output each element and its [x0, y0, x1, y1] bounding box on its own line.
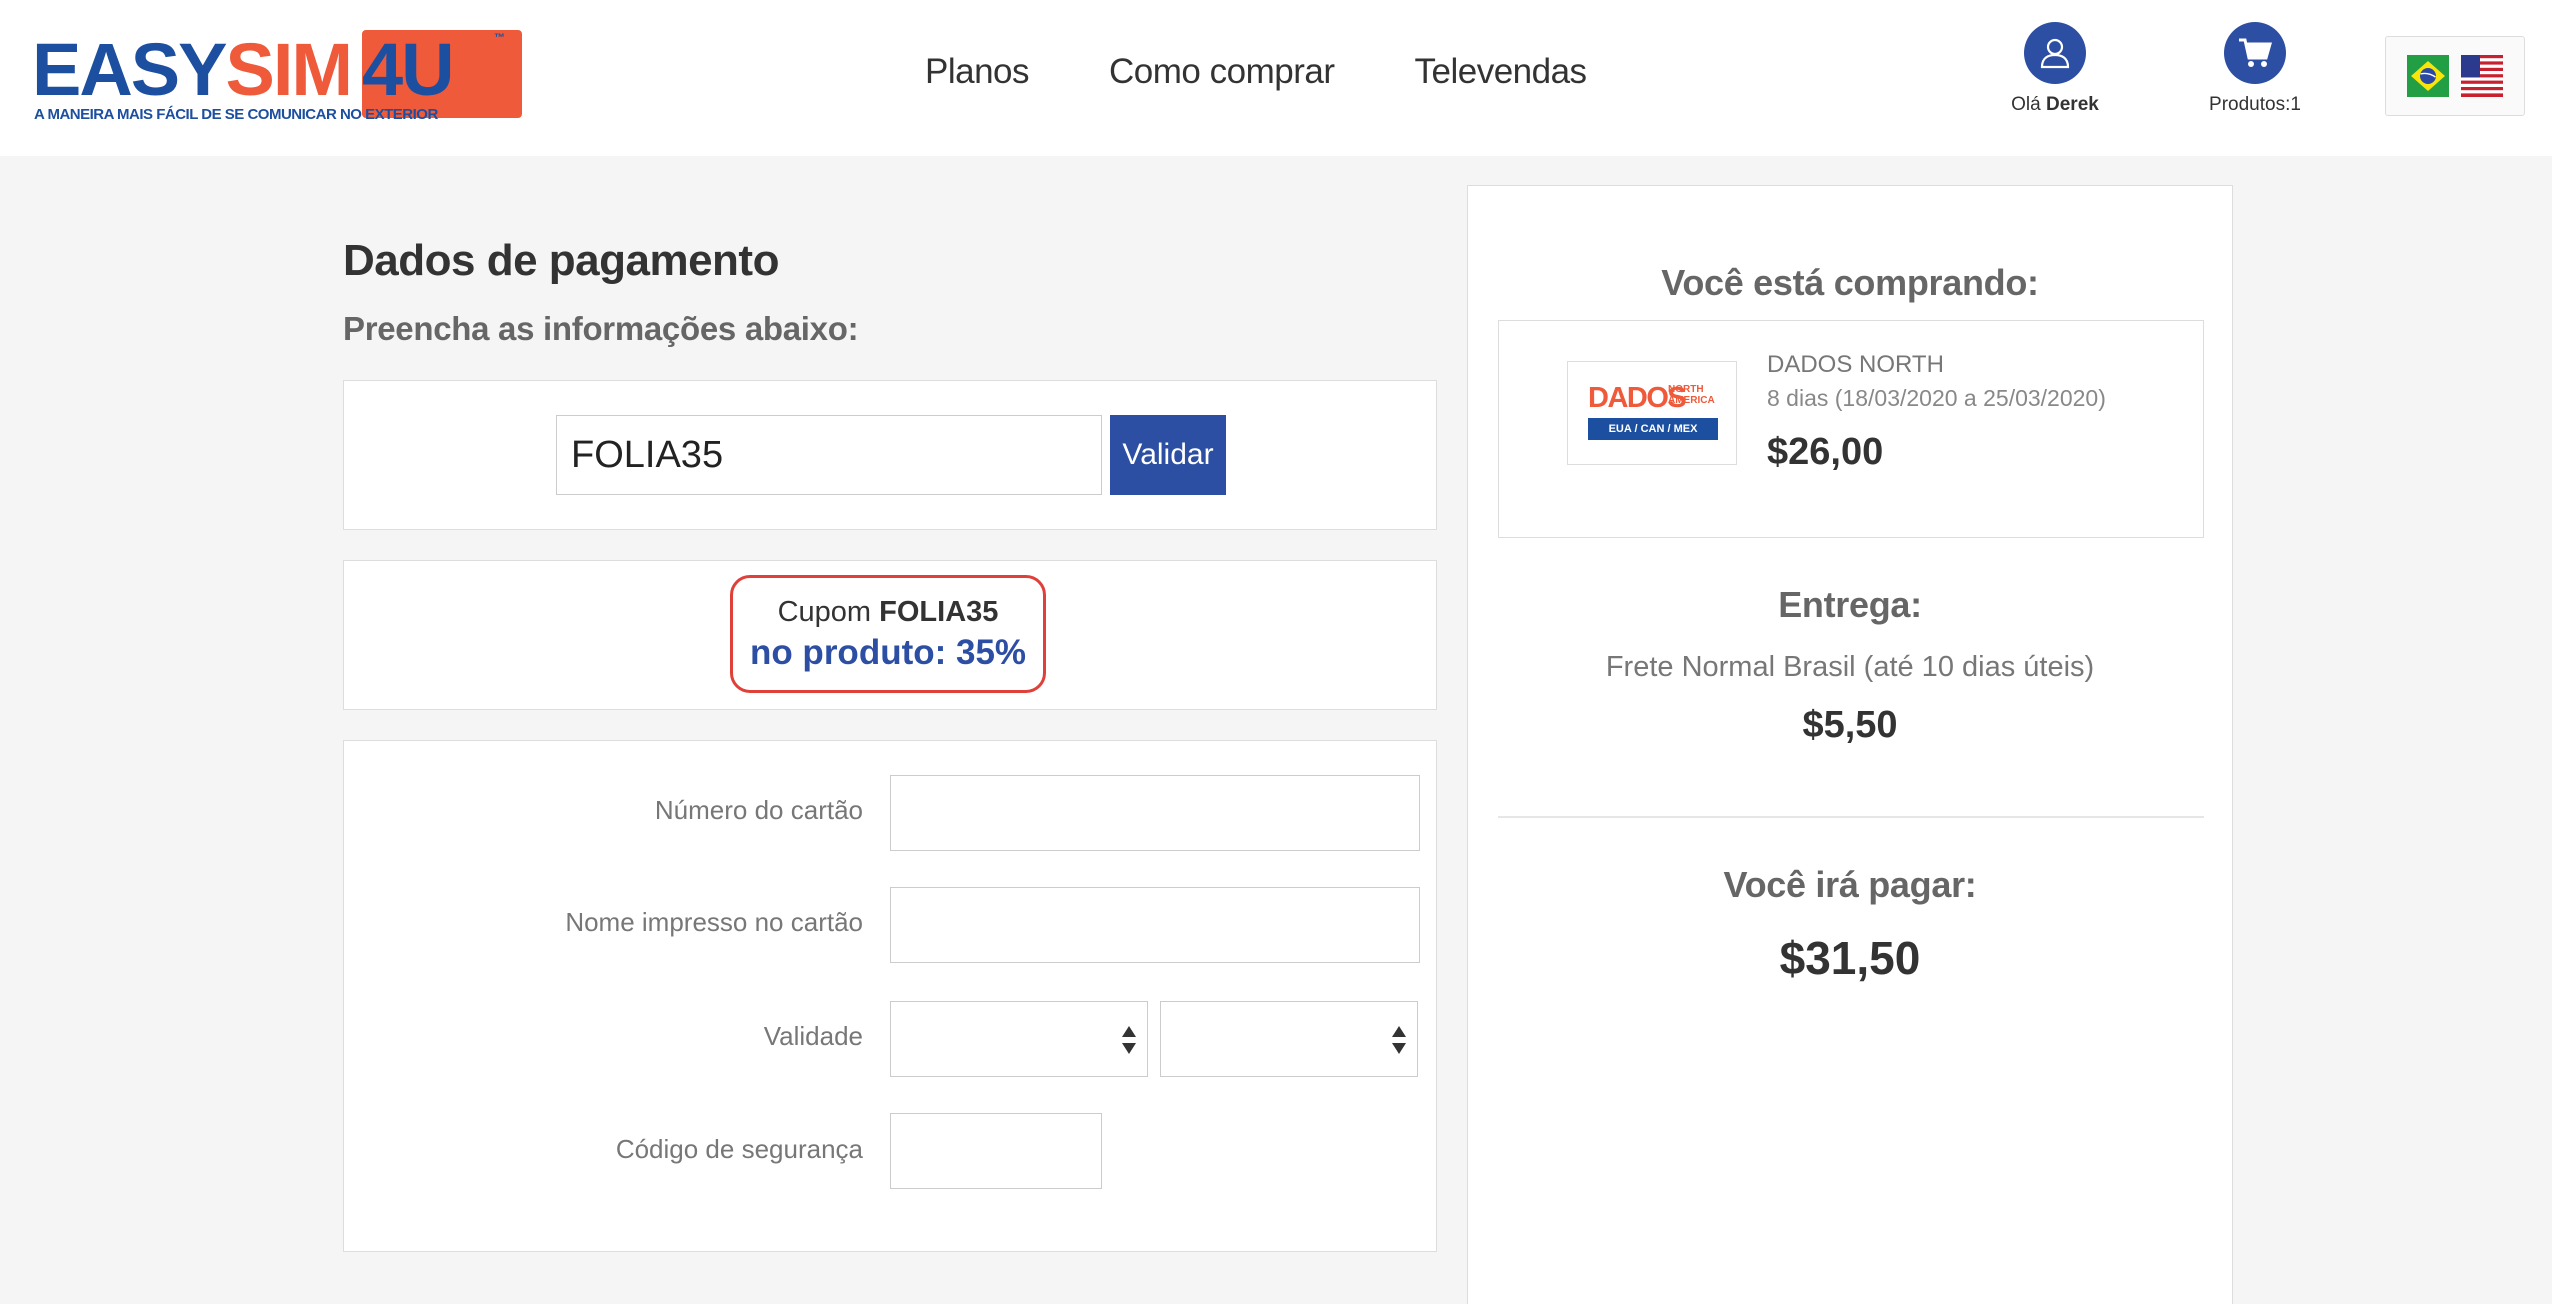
usa-flag-icon[interactable] [2461, 55, 2503, 97]
site-header: EASYSIM 4U ™ A MANEIRA MAIS FÁCIL DE SE … [0, 0, 2552, 156]
coupon-applied-prefix: Cupom [777, 596, 872, 628]
coupon-input[interactable] [556, 415, 1102, 495]
discount-panel: Cupom FOLIA35 no produto: 35% [343, 560, 1437, 710]
product-dates: 8 dias (18/03/2020 a 25/03/2020) [1767, 385, 2106, 411]
expiry-year-select[interactable] [1160, 1001, 1418, 1077]
delivery-heading: Entrega: [1778, 584, 1922, 625]
user-greeting: Olá Derek [2011, 94, 2099, 116]
coupon-applied-code: FOLIA35 [879, 596, 999, 628]
product-name: DADOS NORTH [1767, 351, 1944, 378]
summary-divider [1498, 816, 2204, 818]
card-number-label: Número do cartão [654, 795, 863, 825]
delivery-price: $5,50 [1802, 704, 1898, 746]
page-subtitle: Preencha as informações abaixo: [343, 310, 859, 347]
order-summary: Você está comprando: DADOS NORTH AMERICA… [1467, 185, 2233, 1304]
logo-4u-text: 4U [362, 28, 455, 111]
thumbnail-north: NORTH [1668, 384, 1704, 395]
product-price: $26,00 [1767, 431, 1884, 473]
coupon-discount-detail: no produto: 35% [749, 633, 1027, 672]
logo-easy-text: EASY [32, 28, 228, 111]
expiry-month-select[interactable] [890, 1001, 1148, 1077]
cart-icon[interactable] [2224, 22, 2286, 84]
page-title: Dados de pagamento [343, 236, 779, 285]
nav-item-planos[interactable]: Planos [925, 52, 1030, 92]
thumbnail-region: EUA / CAN / MEX [1588, 418, 1718, 440]
expiry-label: Validade [763, 1021, 863, 1051]
product-thumbnail: DADOS NORTH AMERICA EUA / CAN / MEX [1567, 361, 1737, 465]
select-arrows-icon [1122, 1026, 1136, 1054]
card-name-input[interactable] [890, 887, 1420, 963]
logo-trademark: ™ [494, 32, 505, 44]
product-item: DADOS NORTH AMERICA EUA / CAN / MEX DADO… [1498, 320, 2204, 538]
security-code-input[interactable] [890, 1113, 1102, 1189]
thumbnail-north-america-text: NORTH AMERICA [1668, 384, 1715, 406]
main-nav: Planos Como comprar Televendas [925, 52, 1587, 92]
logo-wordmark: EASYSIM [32, 28, 354, 111]
user-greeting-text: Olá [2011, 94, 2041, 115]
coupon-applied-badge: Cupom FOLIA35 no produto: 35% [730, 575, 1046, 693]
cart[interactable]: Produtos:1 [2185, 22, 2325, 116]
card-form-panel: Número do cartão Nome impresso no cartão… [343, 740, 1437, 1252]
logo-tagline: A MANEIRA MAIS FÁCIL DE SE COMUNICAR NO … [34, 106, 438, 123]
cart-count: Produtos:1 [2209, 94, 2301, 115]
select-arrows-icon [1392, 1026, 1406, 1054]
coupon-applied-line: Cupom FOLIA35 [733, 596, 1043, 629]
brazil-flag-icon[interactable] [2407, 55, 2449, 97]
validate-coupon-button[interactable]: Validar [1110, 415, 1226, 495]
language-selector [2385, 36, 2525, 116]
nav-item-televendas[interactable]: Televendas [1414, 52, 1587, 92]
easysim4u-logo[interactable]: EASYSIM 4U ™ A MANEIRA MAIS FÁCIL DE SE … [32, 28, 522, 128]
total-price: $31,50 [1779, 932, 1921, 984]
user-name: Derek [2046, 94, 2099, 115]
user-account[interactable]: Olá Derek [1985, 22, 2125, 116]
logo-sim-text: SIM [225, 28, 354, 111]
nav-item-como-comprar[interactable]: Como comprar [1109, 52, 1335, 92]
total-heading: Você irá pagar: [1723, 864, 1977, 905]
thumbnail-america: AMERICA [1668, 395, 1715, 406]
buying-heading: Você está comprando: [1661, 262, 2039, 303]
coupon-panel: Validar [343, 380, 1437, 530]
card-name-label: Nome impresso no cartão [565, 907, 863, 937]
card-number-input[interactable] [890, 775, 1420, 851]
security-code-label: Código de segurança [615, 1134, 863, 1164]
delivery-method: Frete Normal Brasil (até 10 dias úteis) [1605, 651, 2095, 683]
user-icon[interactable] [2024, 22, 2086, 84]
